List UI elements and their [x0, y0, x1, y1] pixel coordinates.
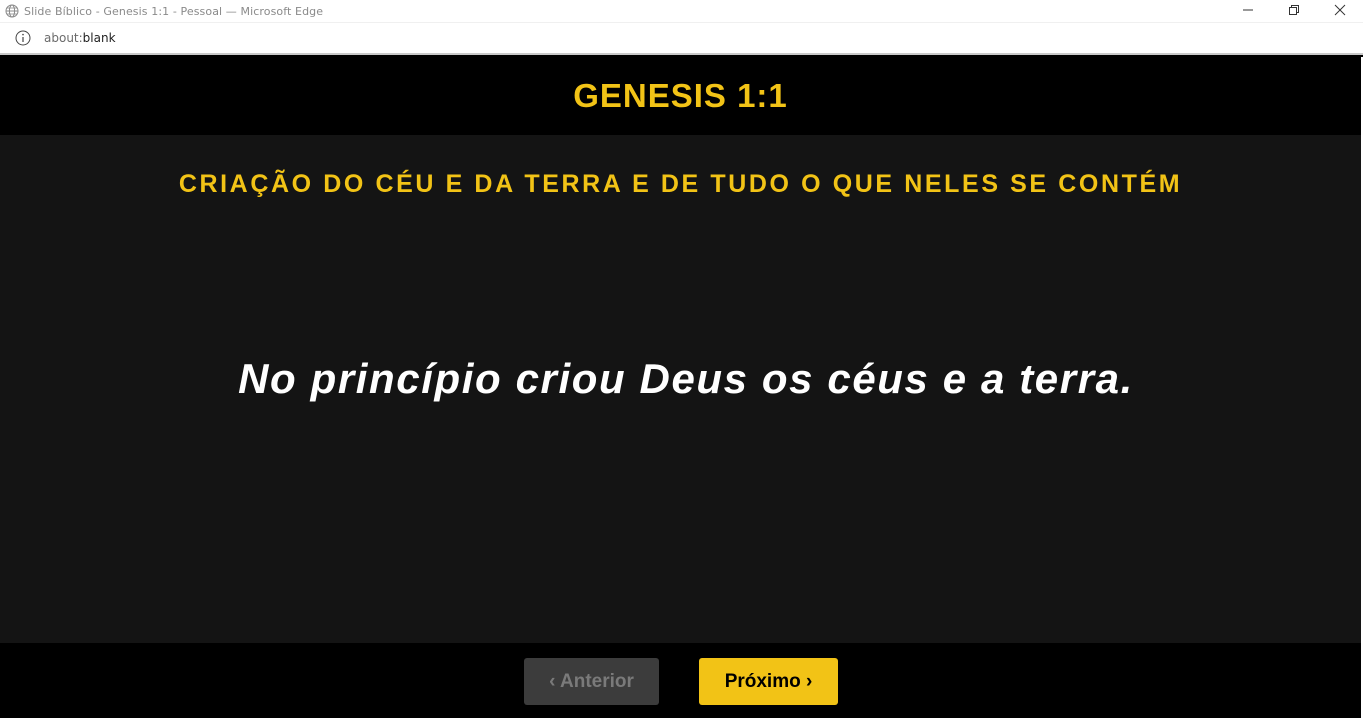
verse-reference: GENESIS 1:1: [573, 77, 788, 114]
slide-page: GENESIS 1:1 CRIAÇÃO DO CÉU E DA TERRA E …: [0, 57, 1361, 718]
restore-icon: [1288, 3, 1300, 21]
close-button[interactable]: [1317, 0, 1363, 23]
previous-button[interactable]: ‹ Anterior: [524, 658, 659, 705]
globe-icon: [4, 3, 20, 19]
url-scheme: about:: [44, 31, 83, 45]
minimize-icon: [1242, 3, 1254, 21]
verse-text: No princípio criou Deus os céus e a terr…: [238, 355, 1134, 402]
minimize-button[interactable]: [1225, 0, 1271, 23]
slide-content: CRIAÇÃO DO CÉU E DA TERRA E DE TUDO O QU…: [0, 135, 1361, 643]
url-field[interactable]: about:blank: [44, 31, 116, 45]
close-icon: [1334, 3, 1346, 21]
info-icon[interactable]: [14, 29, 32, 47]
window-titlebar: Slide Bíblico - Genesis 1:1 - Pessoal — …: [0, 0, 1363, 23]
next-button[interactable]: Próximo ›: [699, 658, 838, 705]
url-path: blank: [82, 31, 116, 45]
window-controls: [1225, 0, 1363, 23]
slide-subtitle: CRIAÇÃO DO CÉU E DA TERRA E DE TUDO O QU…: [178, 170, 1183, 198]
slide-header: GENESIS 1:1: [0, 57, 1361, 135]
window-title: Slide Bíblico - Genesis 1:1 - Pessoal — …: [24, 4, 324, 18]
address-bar: about:blank: [0, 23, 1363, 55]
restore-button[interactable]: [1271, 0, 1317, 23]
slide-navigation: ‹ Anterior Próximo ›: [0, 643, 1361, 718]
